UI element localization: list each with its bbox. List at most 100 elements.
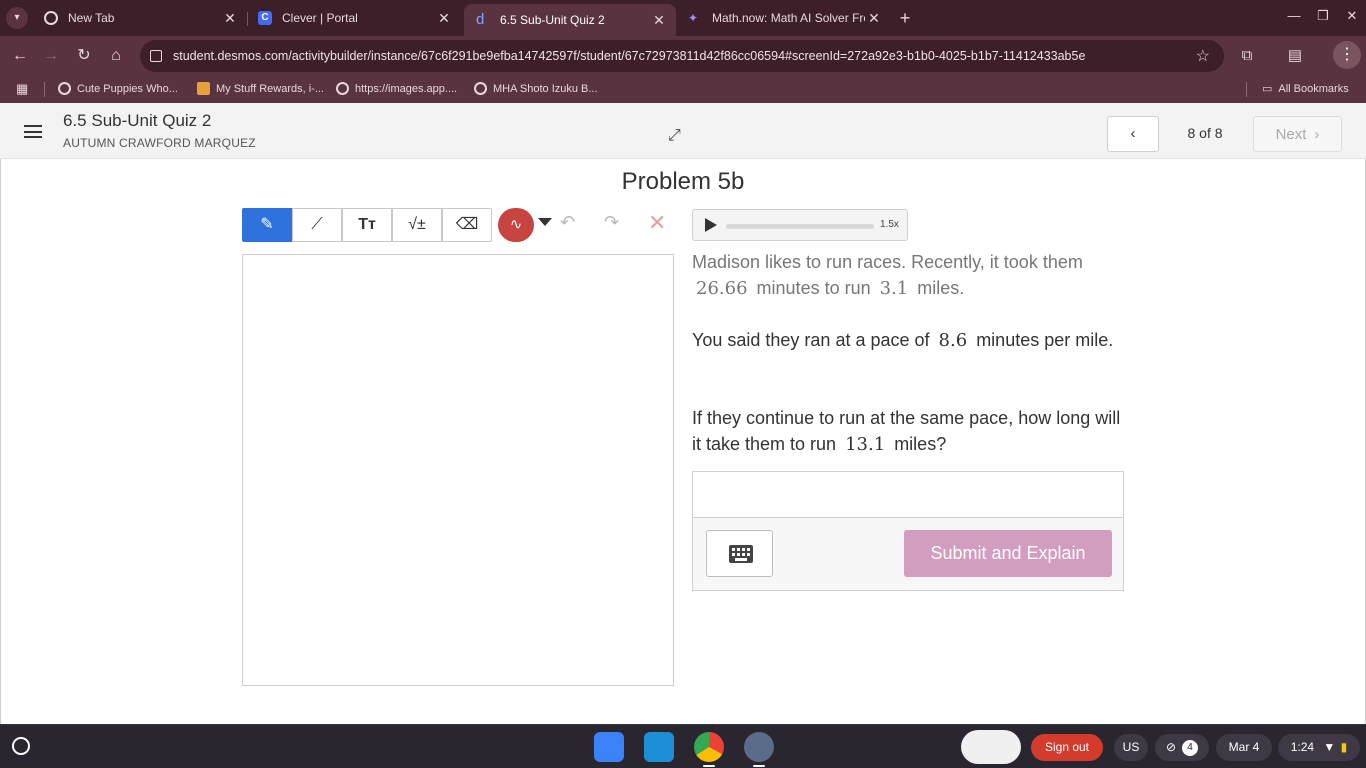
files-app-icon[interactable] [594, 732, 624, 762]
fullscreen-icon[interactable]: ⤢ [668, 127, 681, 145]
prompt-text: Madison likes to run races. Recently, it… [692, 252, 1083, 272]
play-icon[interactable] [705, 218, 717, 232]
bookmarks-bar: ▦ Cute Puppies Who... My Stuff Rewards, … [0, 76, 1366, 103]
playback-speed[interactable]: 1.5x [880, 219, 899, 230]
line-tool[interactable]: ⟋ [292, 208, 342, 242]
math-tool[interactable]: √± [392, 208, 442, 242]
screen-counter: 8 of 8 [1187, 125, 1223, 141]
undo-icon[interactable]: ↶ [560, 212, 575, 233]
bookmark-label: MHA Shoto Izuku B... [493, 82, 598, 95]
classroom-app-icon[interactable] [644, 732, 674, 762]
eraser-tool[interactable]: ⌫ [442, 208, 492, 242]
audio-progress-track[interactable] [726, 224, 874, 229]
redo-icon[interactable]: ↷ [604, 212, 619, 233]
tab-search-icon[interactable]: ▾ [6, 7, 28, 29]
status-area[interactable]: 1:24 ▼ ▮ [1278, 734, 1360, 761]
clear-sketch-icon[interactable]: ✕ [648, 210, 666, 236]
restore-icon[interactable]: ❐ [1312, 8, 1334, 24]
math-response-box: Submit and Explain [692, 471, 1124, 591]
math-value: 3.1 [879, 278, 909, 299]
browser-toolbar: ← → ↻ ⌂ student.desmos.com/activitybuild… [0, 36, 1366, 76]
line-icon: ⟋ [311, 216, 323, 233]
problem-title: Problem 5b [621, 168, 745, 195]
color-dropdown-icon[interactable] [538, 218, 552, 226]
student-name: AUTUMN CRAWFORD MARQUEZ [63, 136, 256, 150]
bookmark-star-icon[interactable]: ☆ [1196, 46, 1210, 66]
tab-new-tab[interactable]: New Tab ✕ [32, 4, 247, 32]
previous-answer-recap: You said they ran at a pace of 8.6 minut… [692, 327, 1132, 354]
chrome-menu-icon[interactable]: ⋮ [1333, 41, 1361, 69]
bookmark-label: Cute Puppies Who... [77, 82, 178, 95]
activity-title: 6.5 Sub-Unit Quiz 2 [63, 111, 212, 130]
forward-icon[interactable]: → [40, 45, 62, 67]
back-icon[interactable]: ← [9, 45, 31, 67]
extensions-icon[interactable]: ⧉ [1236, 45, 1258, 67]
tab-title: New Tab [68, 11, 115, 25]
rewards-cube-icon [197, 82, 210, 95]
tab-title: Math.now: Math AI Solver Free [712, 11, 865, 25]
tab-title: Clever | Portal [282, 11, 358, 25]
home-icon[interactable]: ⌂ [105, 45, 127, 67]
date-display[interactable]: Mar 4 [1216, 734, 1272, 761]
close-window-icon[interactable]: ✕ [1341, 8, 1363, 24]
tab-quiz[interactable]: d 6.5 Sub-Unit Quiz 2 ✕ [464, 4, 676, 36]
menu-icon[interactable] [24, 125, 42, 138]
pen-color-button[interactable]: ∿ [498, 208, 534, 242]
math-answer-input[interactable] [693, 472, 1123, 518]
notification-count: 4 [1182, 739, 1199, 756]
sketch-canvas[interactable] [242, 254, 674, 686]
text-tool[interactable]: Tт [342, 208, 392, 242]
keyboard-icon [729, 545, 753, 563]
content-border [0, 159, 1, 724]
tab-math-now[interactable]: ✦ Math.now: Math AI Solver Free ✕ [676, 4, 891, 32]
chrome-app-icon[interactable] [694, 732, 724, 762]
prompt-text: miles? [894, 434, 947, 454]
bookmark-divider [44, 82, 45, 97]
bookmark-item[interactable]: https://images.app.... [336, 82, 457, 95]
previous-screen-button[interactable]: ‹ [1107, 116, 1159, 152]
math-now-icon: ✦ [688, 11, 699, 25]
math-value: 13.1 [845, 434, 886, 455]
pencil-tool[interactable]: ✎ [242, 208, 292, 242]
all-bookmarks[interactable]: ▭ All Bookmarks [1262, 82, 1349, 96]
problem-context: Madison likes to run races. Recently, it… [692, 249, 1132, 302]
math-keyboard-button[interactable] [706, 530, 773, 577]
bookmark-item[interactable]: Cute Puppies Who... [58, 82, 178, 95]
next-screen-button[interactable]: Next › [1253, 116, 1342, 152]
minimize-icon[interactable]: — [1283, 8, 1305, 23]
url-text[interactable]: student.desmos.com/activitybuilder/insta… [173, 49, 1085, 63]
apps-grid-icon[interactable]: ▦ [16, 81, 28, 97]
question-prompt: If they continue to run at the same pace… [692, 405, 1132, 458]
recent-screenshot-thumbnail[interactable] [961, 730, 1021, 764]
math-value: 8.6 [938, 330, 968, 351]
new-tab-button[interactable]: + [894, 8, 916, 28]
bookmark-label: https://images.app.... [355, 82, 458, 95]
eraser-icon: ⌫ [455, 216, 479, 233]
wifi-icon: ▼ [1323, 740, 1336, 754]
reload-icon[interactable]: ↻ [73, 45, 95, 67]
audio-player: 1.5x [692, 209, 908, 241]
tab-clever-portal[interactable]: C Clever | Portal ✕ [246, 4, 461, 32]
folder-icon: ▭ [1262, 83, 1273, 95]
screenshot-app-icon[interactable] [744, 732, 774, 762]
close-tab-icon[interactable]: ✕ [865, 10, 883, 27]
submit-and-explain-button[interactable]: Submit and Explain [904, 530, 1112, 577]
launcher-icon[interactable] [12, 737, 30, 755]
prompt-text: miles. [917, 278, 965, 298]
notification-tray[interactable]: ⊘ 4 [1155, 734, 1209, 761]
chevron-left-icon: ‹ [1130, 125, 1136, 142]
running-indicator [753, 765, 765, 767]
bookmark-item[interactable]: MHA Shoto Izuku B... [474, 82, 598, 95]
close-tab-icon[interactable]: ✕ [435, 10, 453, 27]
activity-header: 6.5 Sub-Unit Quiz 2 AUTUMN CRAWFORD MARQ… [0, 103, 1366, 159]
site-info-icon[interactable] [150, 50, 162, 62]
bookmark-item[interactable]: My Stuff Rewards, i-... [197, 82, 324, 95]
address-bar[interactable]: student.desmos.com/activitybuilder/insta… [140, 40, 1224, 72]
input-method[interactable]: US [1114, 734, 1148, 761]
close-tab-icon[interactable]: ✕ [650, 12, 668, 29]
reading-list-icon[interactable]: ▤ [1284, 45, 1306, 67]
close-tab-icon[interactable]: ✕ [221, 10, 239, 27]
tab-title: 6.5 Sub-Unit Quiz 2 [500, 13, 605, 27]
browser-tab-strip: ▾ New Tab ✕ C Clever | Portal ✕ d 6.5 Su… [0, 0, 1366, 36]
sign-out-button[interactable]: Sign out [1031, 734, 1103, 761]
